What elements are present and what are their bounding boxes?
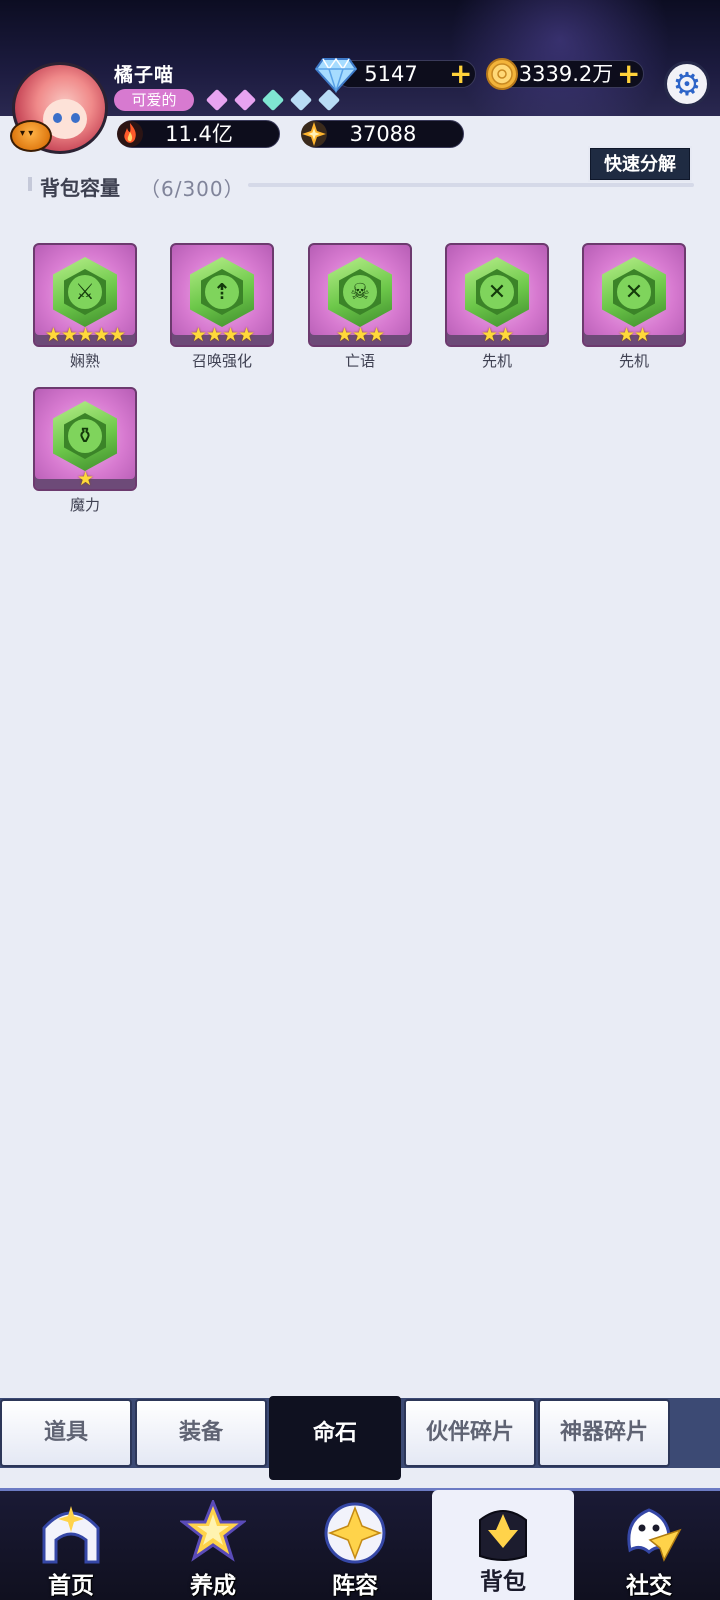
gem-icon [261, 88, 285, 112]
item-slot[interactable]: ✕ ★★ [445, 243, 549, 347]
nav-social[interactable]: 社交 [578, 1490, 720, 1600]
gem-icon [233, 88, 257, 112]
section-marker [28, 177, 32, 191]
gear-icon: ⚙ [672, 65, 702, 103]
nav-backpack[interactable]: 背包 [432, 1490, 574, 1600]
top-header [0, 0, 720, 116]
inventory-item[interactable]: ⇡ ★★★★ 召唤强化 [170, 243, 274, 371]
item-name: 先机 [481, 352, 512, 370]
player-name: 橘子喵 [114, 64, 175, 86]
tab-equipment[interactable]: 装备 [135, 1399, 267, 1467]
inventory-item[interactable]: ⚱ ★ 魔力 [33, 387, 137, 515]
nav-label: 社交 [626, 1573, 672, 1599]
tab-fate-stones[interactable]: 命石 [269, 1396, 401, 1480]
inventory-item[interactable]: ✕ ★★ 先机 [582, 243, 686, 371]
stamina-value: 37088 [349, 122, 417, 146]
ghost-paper-plane-icon [616, 1500, 682, 1566]
avatar-eye [53, 113, 62, 123]
item-stars: ★★ [617, 324, 651, 346]
bag-capacity-label: 背包容量 [40, 176, 120, 200]
item-slot[interactable]: ⇡ ★★★★ [170, 243, 274, 347]
item-slot[interactable]: ⚔ ★★★★★ [33, 243, 137, 347]
item-stars: ★★ [480, 324, 514, 346]
item-stars: ★ [76, 468, 94, 490]
nav-label: 背包 [480, 1569, 526, 1595]
item-name: 亡语 [344, 352, 375, 370]
nav-upgrade[interactable]: 养成 [142, 1490, 284, 1600]
avatar-eye [71, 113, 80, 123]
item-slot[interactable]: ☠ ★★★ [308, 243, 412, 347]
item-name: 魔力 [69, 496, 100, 514]
star-upgrade-icon [180, 1500, 246, 1566]
add-gold-button[interactable]: + [617, 60, 640, 88]
inventory-item[interactable]: ✕ ★★ 先机 [445, 243, 549, 371]
pumpkin-frame-icon [10, 120, 52, 152]
nav-label: 养成 [190, 1573, 236, 1599]
power-display: 11.4亿 [117, 120, 280, 148]
item-stars: ★★★ [335, 324, 385, 346]
item-name: 先机 [618, 352, 649, 370]
gem-icon [205, 88, 229, 112]
gem-icon [289, 88, 313, 112]
inventory-item[interactable]: ☠ ★★★ 亡语 [308, 243, 412, 371]
player-title-badge: 可爱的 [114, 89, 194, 111]
nav-formation[interactable]: 阵容 [284, 1490, 426, 1600]
stamina-display: 37088 [301, 120, 464, 148]
item-name: 娴熟 [69, 352, 100, 370]
home-gate-icon [38, 1500, 104, 1566]
item-name: 召唤强化 [191, 352, 252, 370]
settings-button[interactable]: ⚙ [664, 61, 710, 107]
gold-coin-icon [485, 57, 519, 91]
divider [248, 183, 694, 187]
inventory-item[interactable]: ⚔ ★★★★★ 娴熟 [33, 243, 137, 371]
formation-icon [322, 1500, 388, 1566]
backpack-icon [470, 1500, 536, 1566]
item-stars: ★★★★★ [44, 324, 126, 346]
bag-capacity-count: （6/300） [140, 177, 245, 201]
item-slot[interactable]: ✕ ★★ [582, 243, 686, 347]
quick-decompose-button[interactable]: 快速分解 [590, 148, 690, 180]
diamond-value: 5147 [364, 62, 418, 86]
nav-label: 阵容 [332, 1573, 378, 1599]
item-slot[interactable]: ⚱ ★ [33, 387, 137, 491]
tab-partner-shards[interactable]: 伙伴碎片 [404, 1399, 536, 1467]
gold-display: 3339.2万 + [486, 58, 644, 90]
tab-artifact-shards[interactable]: 神器碎片 [538, 1399, 670, 1467]
tab-items[interactable]: 道具 [0, 1399, 132, 1467]
nav-home[interactable]: 首页 [0, 1490, 142, 1600]
add-diamond-button[interactable]: + [449, 60, 472, 88]
diamond-display: 5147 + [314, 57, 476, 94]
item-stars: ★★★★ [189, 324, 255, 346]
nav-label: 首页 [48, 1573, 94, 1599]
gold-value: 3339.2万 [518, 62, 614, 86]
power-value: 11.4亿 [165, 122, 233, 146]
